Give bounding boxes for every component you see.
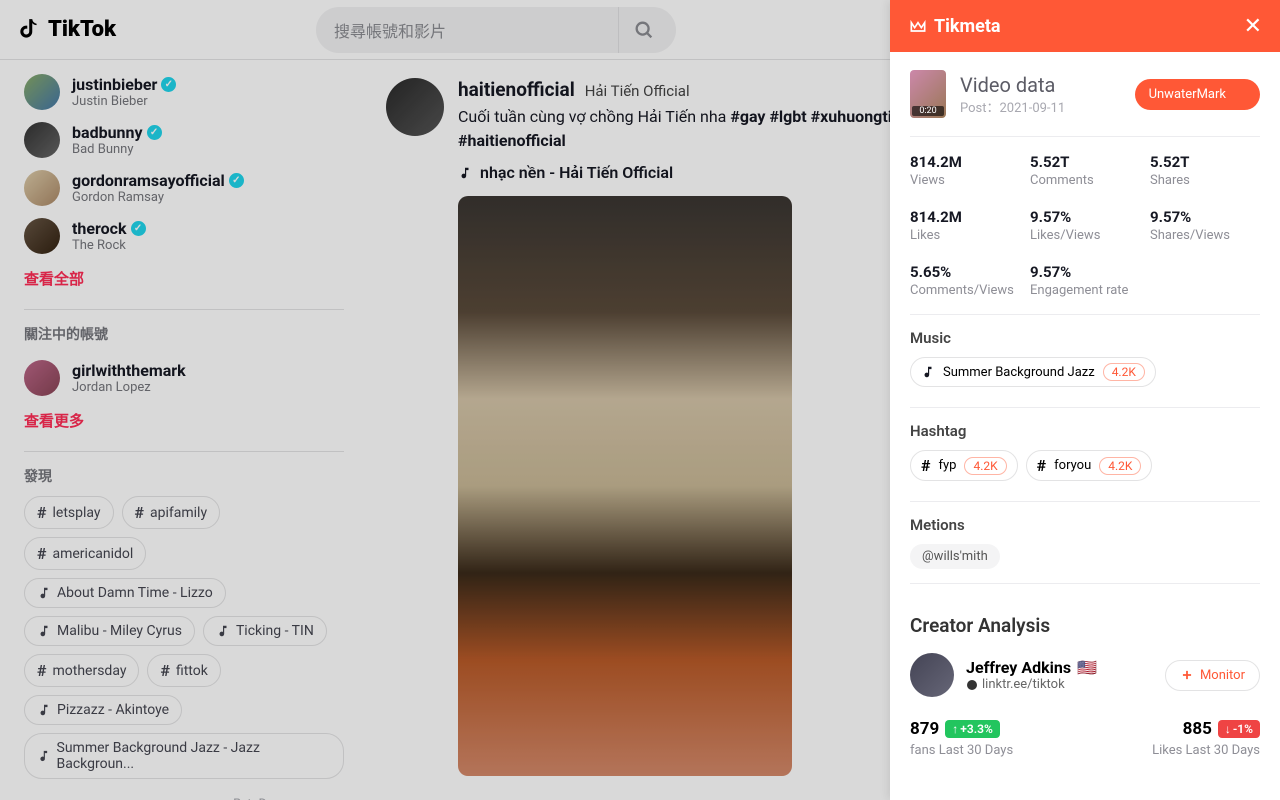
hashtag-chip[interactable]: #fyp4.2K — [910, 450, 1018, 481]
mentions-section-title: Metions — [910, 516, 1260, 534]
kpi-likes: 885↓ -1% Likes Last 30 Days — [1152, 719, 1260, 758]
video-date: Post：2021-09-11 — [960, 97, 1065, 116]
stat-likes: 814.2MLikes — [910, 208, 1020, 243]
stat-comments: 5.52TComments — [1030, 153, 1140, 188]
music-chip[interactable]: Summer Background Jazz4.2K — [910, 357, 1156, 387]
video-data-title: Video data — [960, 73, 1065, 97]
video-thumbnail[interactable]: 0:20 — [910, 70, 946, 118]
video-duration: 0:20 — [912, 106, 944, 116]
music-section-title: Music — [910, 329, 1260, 347]
tikmeta-panel: Tikmeta ✕ 0:20 Video data Post：2021-09-1… — [890, 0, 1280, 800]
creator-avatar[interactable] — [910, 653, 954, 697]
stat-engagementrate: 9.57%Engagement rate — [1030, 263, 1140, 298]
unwatermark-button[interactable]: UnwaterMark — [1135, 79, 1260, 110]
tikmeta-logo: Tikmeta — [908, 16, 1001, 37]
close-icon[interactable]: ✕ — [1244, 14, 1262, 39]
creator-name[interactable]: Jeffrey Adkins🇺🇸 — [966, 658, 1097, 677]
stat-shares: 5.52TShares — [1150, 153, 1260, 188]
stat-likesviews: 9.57%Likes/Views — [1030, 208, 1140, 243]
mention-chip[interactable]: @wills'mith — [910, 544, 1000, 569]
stat-views: 814.2MViews — [910, 153, 1020, 188]
hashtag-chip[interactable]: #foryou4.2K — [1026, 450, 1153, 481]
creator-analysis-title: Creator Analysis — [910, 598, 1260, 653]
creator-link[interactable]: linktr.ee/tiktok — [966, 677, 1097, 692]
stat-sharesviews: 9.57%Shares/Views — [1150, 208, 1260, 243]
kpi-fans: 879↑ +3.3% fans Last 30 Days — [910, 719, 1013, 758]
stat-commentsviews: 5.65%Comments/Views — [910, 263, 1020, 298]
monitor-button[interactable]: Monitor — [1165, 660, 1260, 691]
hashtag-section-title: Hashtag — [910, 422, 1260, 440]
